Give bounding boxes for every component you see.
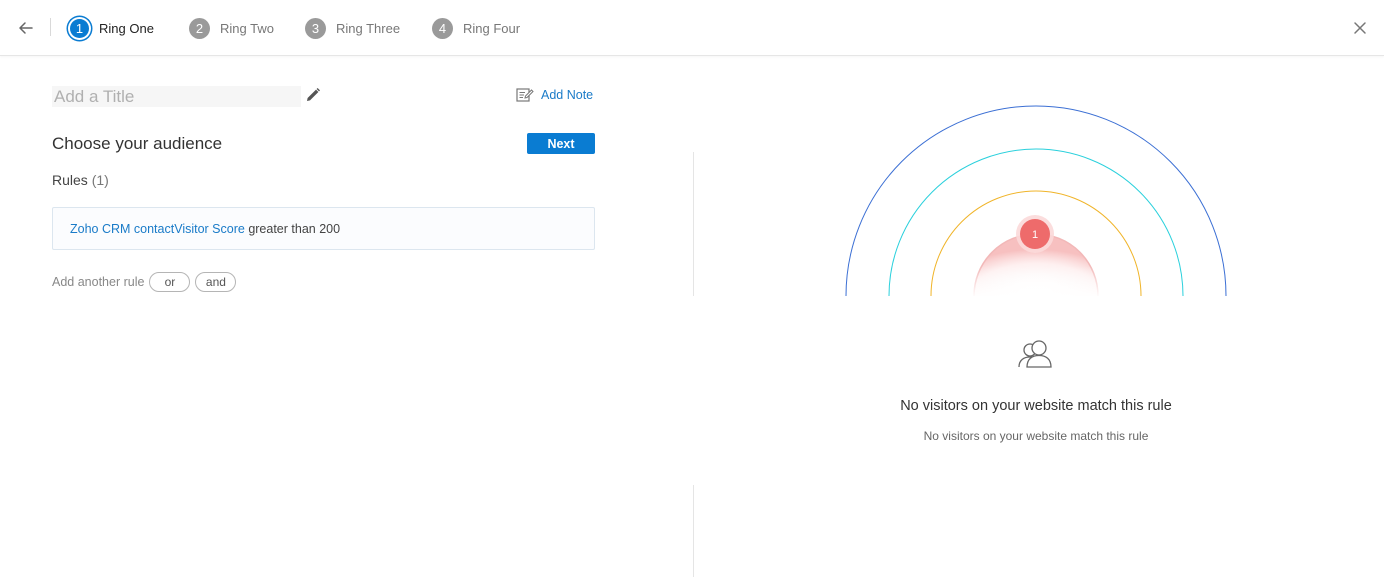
add-note-button[interactable]: Add Note [516,87,593,103]
section-title: Choose your audience [52,134,223,153]
back-arrow-icon[interactable] [14,16,38,40]
panel-divider [693,152,694,296]
step-number: 2 [189,17,210,39]
close-icon[interactable] [1348,16,1372,40]
step-ring-two[interactable]: 2 Ring Two [189,16,274,40]
and-button[interactable]: and [195,272,237,292]
step-ring-three[interactable]: 3 Ring Three [305,16,400,40]
marker-count: 1 [1032,229,1038,241]
title-input[interactable] [52,86,301,107]
rules-count: (1) [91,172,109,188]
step-label: Ring Three [336,20,401,36]
empty-state-subtitle: No visitors on your website match this r… [923,429,1149,443]
step-number: 3 [305,17,326,39]
step-ring-four[interactable]: 4 Ring Four [432,16,520,40]
audience-rings: 1 [845,105,1227,298]
note-icon [516,88,534,102]
rule-condition: greater than 200 [244,222,341,236]
step-ring-one[interactable]: 1 Ring One [70,16,154,40]
step-number: 4 [432,17,453,39]
add-rule-label: Add another rule [52,275,145,289]
or-button[interactable]: or [149,272,191,292]
step-label: Ring Four [463,20,521,36]
add-note-label: Add Note [541,88,594,102]
rule-field[interactable]: Zoho CRM contactVisitor Score [70,222,245,236]
empty-state-title: No visitors on your website match this r… [900,398,1172,414]
panel-divider [693,485,694,577]
add-rule-row: Add another rule or and [52,272,241,292]
step-label: Ring One [99,20,154,36]
top-divider [50,18,51,36]
pencil-icon[interactable] [305,87,321,103]
next-button[interactable]: Next [527,133,595,154]
rules-label: Rules [52,172,88,188]
rules-heading: Rules (1) [52,172,109,188]
step-number: 1 [70,18,89,38]
top-bar: 1 Ring One 2 Ring Two 3 Ring Three 4 Rin… [0,0,1384,56]
people-icon [1017,339,1055,371]
rule-item[interactable]: Zoho CRM contactVisitor Score greater th… [52,207,595,250]
step-label: Ring Two [220,20,274,36]
